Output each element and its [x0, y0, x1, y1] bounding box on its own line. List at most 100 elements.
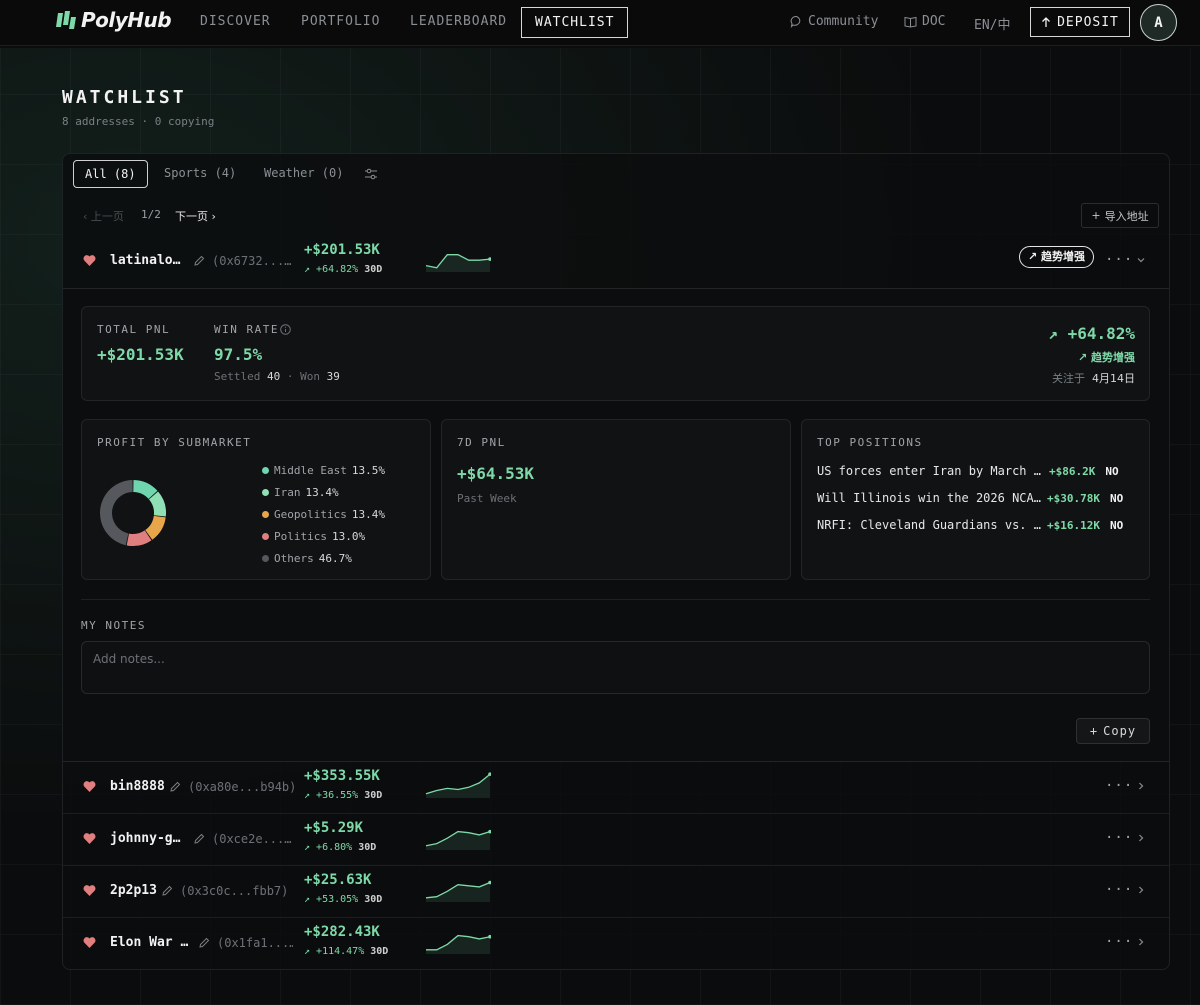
nav-discover[interactable]: DISCOVER — [200, 14, 271, 29]
row-pnl: +$201.53K — [304, 242, 380, 258]
plus-icon: + — [1089, 724, 1099, 738]
legend-dot — [262, 489, 269, 496]
more-options-icon[interactable]: ··· — [1105, 830, 1133, 846]
position-pnl: +$16.12K — [1047, 518, 1100, 532]
row-period: 30D — [364, 264, 383, 275]
watchlist-row[interactable]: bin8888 (0xa80e...b94b) +$353.55K ↗ +36.… — [63, 762, 1169, 814]
edit-icon[interactable] — [194, 255, 205, 266]
pager-page: 1/2 — [141, 208, 161, 221]
trader-name[interactable]: johnny-gu… — [110, 831, 188, 846]
row-change-value: +36.55% — [316, 790, 359, 801]
settled-label: Settled — [214, 370, 261, 383]
position-title: NRFI: Cleveland Guardians vs. Seattle Ma… — [817, 518, 1043, 532]
total-pnl-label: TOTAL PNL — [97, 323, 171, 336]
sparkline — [425, 254, 491, 272]
pnl7d-title: 7D PNL — [457, 436, 506, 449]
language-switch[interactable]: EN/中 — [974, 14, 1010, 33]
donut-slice — [100, 480, 133, 546]
logo[interactable]: PolyHub — [55, 8, 172, 32]
pager-next[interactable]: 下一页 › — [175, 208, 216, 224]
trader-name[interactable]: Elon War … — [110, 935, 190, 950]
edit-icon[interactable] — [194, 833, 205, 844]
position-row[interactable]: NRFI: Cleveland Guardians vs. Seattle Ma… — [817, 518, 1123, 532]
row-change: ↗ +114.47% 30D — [304, 946, 389, 957]
edit-icon[interactable] — [162, 885, 173, 896]
sparkline — [425, 880, 491, 902]
trader-name[interactable]: 2p2p13 — [110, 883, 158, 898]
position-row[interactable]: US forces enter Iran by March 31? +$86.2… — [817, 464, 1119, 478]
tab-weather[interactable]: Weather (0) — [253, 160, 354, 188]
chevron-right-icon[interactable] — [1135, 936, 1147, 948]
pager-next-label: 下一页 — [175, 210, 208, 223]
edit-icon[interactable] — [170, 781, 181, 792]
more-options-icon[interactable]: ··· — [1105, 882, 1133, 898]
filter-settings-icon[interactable] — [364, 167, 378, 181]
change-value: ↗ +64.82% — [1048, 324, 1135, 343]
copy-button[interactable]: + Copy — [1076, 718, 1150, 744]
heart-icon[interactable] — [83, 254, 96, 267]
tab-sports[interactable]: Sports (4) — [153, 160, 247, 188]
nav-leaderboard[interactable]: LEADERBOARD — [410, 14, 507, 29]
copy-label: Copy — [1103, 724, 1137, 738]
chevron-right-icon[interactable] — [1135, 780, 1147, 792]
legend-dot — [262, 533, 269, 540]
book-icon — [904, 16, 917, 28]
page-subtitle: 8 addresses · 0 copying — [62, 115, 215, 128]
chevron-down-icon[interactable] — [1135, 254, 1147, 266]
trader-name[interactable]: bin8888 — [110, 779, 166, 794]
row-pnl: +$282.43K — [304, 924, 380, 940]
pnl7d-panel: 7D PNL +$64.53K Past Week — [441, 419, 791, 580]
trader-name[interactable]: latinalov… — [110, 253, 188, 268]
row-pnl: +$25.63K — [304, 872, 372, 888]
heart-icon[interactable] — [83, 936, 96, 949]
avatar[interactable]: A — [1140, 4, 1177, 41]
legend-item: Others 46.7% — [262, 552, 352, 565]
chevron-right-icon[interactable] — [1135, 884, 1147, 896]
legend-pct: 46.7% — [318, 552, 352, 565]
top-positions-panel: TOP POSITIONS US forces enter Iran by Ma… — [801, 419, 1150, 580]
row-change-value: +114.47% — [316, 946, 365, 957]
community-link[interactable]: Community — [790, 14, 878, 29]
pager-prev[interactable]: ‹ 上一页 — [83, 208, 124, 224]
position-title: US forces enter Iran by March 31? — [817, 464, 1045, 478]
pager-prev-label: 上一页 — [90, 210, 124, 223]
nav-portfolio[interactable]: PORTFOLIO — [301, 14, 380, 29]
more-options-icon[interactable]: ··· — [1105, 778, 1133, 794]
heart-icon[interactable] — [83, 884, 96, 897]
more-options-icon[interactable]: ··· — [1105, 252, 1133, 268]
top-nav: PolyHub DISCOVER PORTFOLIO LEADERBOARD W… — [0, 0, 1200, 46]
chat-icon — [790, 16, 801, 28]
nav-watchlist[interactable]: WATCHLIST — [521, 7, 629, 38]
heart-icon[interactable] — [83, 780, 96, 793]
row-period: 30D — [364, 790, 383, 801]
won-label: Won — [300, 370, 320, 383]
row-change-value: +64.82% — [316, 264, 359, 275]
deposit-button[interactable]: DEPOSIT — [1030, 7, 1130, 37]
doc-link[interactable]: DOC — [904, 14, 945, 29]
info-icon[interactable] — [280, 324, 291, 335]
position-side: NO — [1105, 464, 1119, 478]
sparkline — [425, 829, 491, 850]
position-row[interactable]: Will Illinois win the 2026 NCAA Tourname… — [817, 491, 1123, 505]
watchlist-row[interactable]: latinalov… (0x6732...… +$201.53K ↗ +64.8… — [63, 236, 1169, 288]
notes-label: MY NOTES — [81, 619, 146, 632]
divider — [81, 599, 1150, 600]
notes-input[interactable] — [81, 641, 1150, 694]
more-options-icon[interactable]: ··· — [1105, 934, 1133, 950]
watchlist-row[interactable]: 2p2p13 (0x3c0c...fbb7) +$25.63K ↗ +53.05… — [63, 866, 1169, 918]
row-pnl: +$353.55K — [304, 768, 380, 784]
row-change-value: +6.80% — [316, 842, 353, 853]
row-change: ↗ +36.55% 30D — [304, 790, 383, 801]
chevron-right-icon[interactable] — [1135, 832, 1147, 844]
total-pnl-value: +$201.53K — [97, 345, 184, 364]
followed-date: 4月14日 — [1092, 372, 1135, 385]
edit-icon[interactable] — [199, 937, 210, 948]
legend-item: Politics 13.0% — [262, 530, 365, 543]
watchlist-row[interactable]: johnny-gu… (0xce2e...… +$5.29K ↗ +6.80% … — [63, 814, 1169, 866]
submarket-donut-chart — [100, 480, 166, 546]
import-address-button[interactable]: + 导入地址 — [1081, 203, 1159, 228]
tab-all[interactable]: All (8) — [73, 160, 148, 188]
heart-icon[interactable] — [83, 832, 96, 845]
trader-address: (0x6732...… — [212, 254, 292, 268]
watchlist-row[interactable]: Elon War … (0x1fa1...… +$282.43K ↗ +114.… — [63, 918, 1169, 970]
